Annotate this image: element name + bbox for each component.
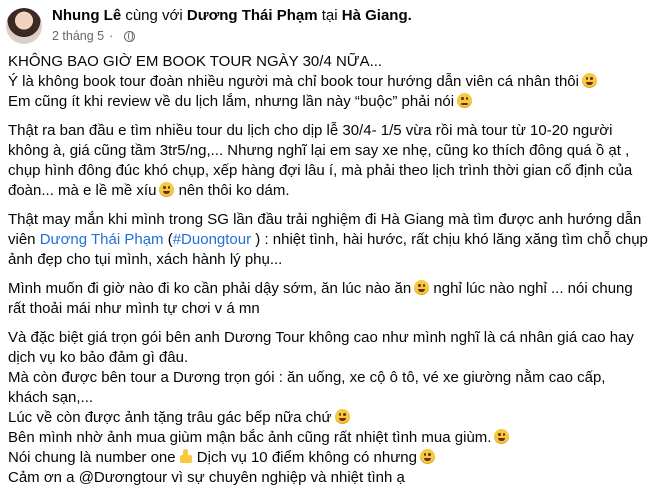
thumbs-up-icon <box>179 449 193 464</box>
post-paragraph: Mình muốn đi giờ nào đi ko cần phải dậy … <box>8 279 648 319</box>
at-word: tại <box>321 7 338 24</box>
smiling-face-icon <box>159 182 175 197</box>
grinning-face-icon <box>581 73 597 88</box>
post-text: Nói chung là number one <box>8 449 176 466</box>
facebook-post: Nhung Lê cùng với Dương Thái Phạm tại Hà… <box>0 0 658 491</box>
separator-dot: · <box>109 29 114 43</box>
post-paragraph: Thật ra ban đầu e tìm nhiều tour du lịch… <box>8 121 648 201</box>
avatar[interactable] <box>6 8 42 44</box>
post-text: Bên mình nhờ ảnh mua giùm mận bắc ảnh cũ… <box>8 429 492 446</box>
post-paragraph: Và đặc biệt giá trọn gói bên anh Dương T… <box>8 329 634 366</box>
post-line: Ý là không book tour đoàn nhiều người mà… <box>8 72 648 92</box>
post-header: Nhung Lê cùng với Dương Thái Phạm tại Hà… <box>6 6 412 50</box>
post-text: Em cũng ít khi review về du lịch lắm, nh… <box>8 93 455 110</box>
post-line: Lúc về còn được ảnh tặng trâu gác bếp nữ… <box>8 408 648 428</box>
grinning-face-icon <box>419 449 435 464</box>
post-text: nên thôi ko dám. <box>178 182 290 199</box>
with-word: cùng với <box>125 7 183 24</box>
post-line: Em cũng ít khi review về du lịch lắm, nh… <box>8 92 648 112</box>
post-time-row: 2 tháng 5 · <box>52 27 412 45</box>
post-paragraph: Thật may mắn khi mình trong SG lần đầu t… <box>8 210 648 270</box>
grinning-face-icon <box>494 429 510 444</box>
post-text: Lúc về còn được ảnh tặng trâu gác bếp nữ… <box>8 409 332 426</box>
post-text: Mình muốn đi giờ nào đi ko cần phải dậy … <box>8 280 412 297</box>
post-line: KHÔNG BAO GIỜ EM BOOK TOUR NGÀY 30/4 NỮA… <box>8 53 383 70</box>
author-name[interactable]: Nhung Lê <box>52 7 121 24</box>
post-line: Bên mình nhờ ảnh mua giùm mận bắc ảnh cũ… <box>8 428 648 448</box>
post-text: Dịch vụ 10 điểm không có nhưng <box>196 449 417 466</box>
tagged-person[interactable]: Dương Thái Phạm <box>187 7 318 24</box>
pleading-face-icon <box>457 93 473 108</box>
author-line: Nhung Lê cùng với Dương Thái Phạm tại Hà… <box>52 6 412 26</box>
globe-icon[interactable] <box>124 30 136 42</box>
post-line: Nói chung là number one Dịch vụ 10 điểm … <box>8 448 648 468</box>
grinning-face-icon <box>334 409 350 424</box>
hashtag-link[interactable]: #Duongtour <box>173 231 251 248</box>
post-line: Cảm ơn a @Dươngtour vì sự chuyên nghiệp … <box>8 469 405 486</box>
grinning-face-icon <box>414 280 430 295</box>
location-link[interactable]: Hà Giang. <box>342 7 412 24</box>
post-text: Ý là không book tour đoàn nhiều người mà… <box>8 73 579 90</box>
post-timestamp[interactable]: 2 tháng 5 <box>52 27 104 45</box>
post-body: KHÔNG BAO GIỜ EM BOOK TOUR NGÀY 30/4 NỮA… <box>8 52 648 488</box>
post-meta: Nhung Lê cùng với Dương Thái Phạm tại Hà… <box>52 6 412 45</box>
mention-link[interactable]: Dương Thái Phạm <box>40 231 164 248</box>
post-paragraph: Mà còn được bên tour a Dương trọn gói : … <box>8 369 606 406</box>
post-text: Thật ra ban đầu e tìm nhiều tour du lịch… <box>8 122 633 199</box>
